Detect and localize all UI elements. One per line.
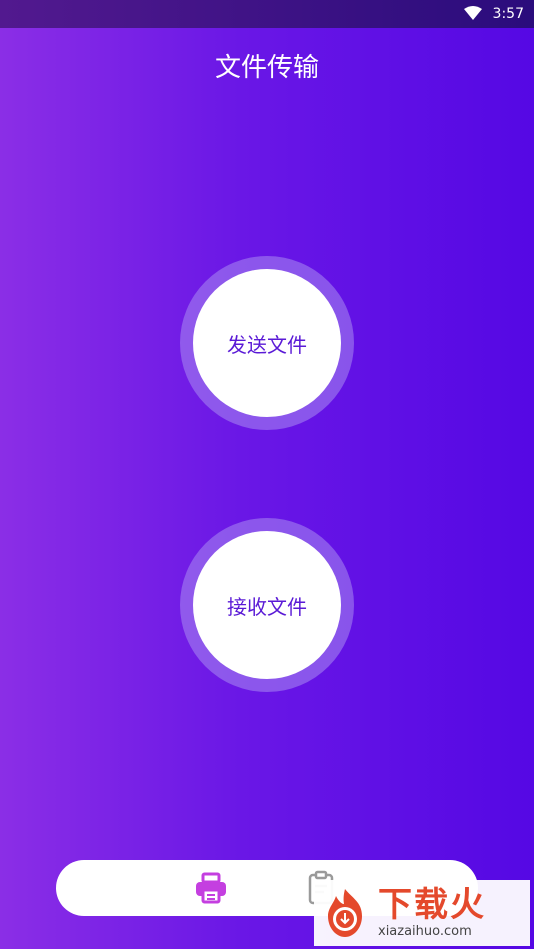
receive-file-button[interactable]: 接收文件 xyxy=(193,531,341,679)
watermark-title: 下载火 xyxy=(378,885,486,925)
status-time: 3:57 xyxy=(492,6,524,22)
receive-file-ring: 接收文件 xyxy=(180,518,354,692)
send-file-button[interactable]: 发送文件 xyxy=(193,269,341,417)
watermark-url: xiazaihuo.com xyxy=(378,924,472,939)
flame-logo-icon xyxy=(328,889,362,937)
receive-file-label: 接收文件 xyxy=(227,594,307,619)
watermark: 下载火 xiazaihuo.com xyxy=(314,880,530,946)
send-file-ring: 发送文件 xyxy=(180,256,354,430)
send-file-label: 发送文件 xyxy=(227,332,307,357)
page-title: 文件传输 xyxy=(214,53,319,83)
status-bar: 3:57 xyxy=(0,0,534,28)
wifi-icon xyxy=(464,6,482,20)
printer-icon[interactable] xyxy=(193,870,229,906)
watermark-text-group: 下载火 xiazaihuo.com xyxy=(378,886,486,940)
